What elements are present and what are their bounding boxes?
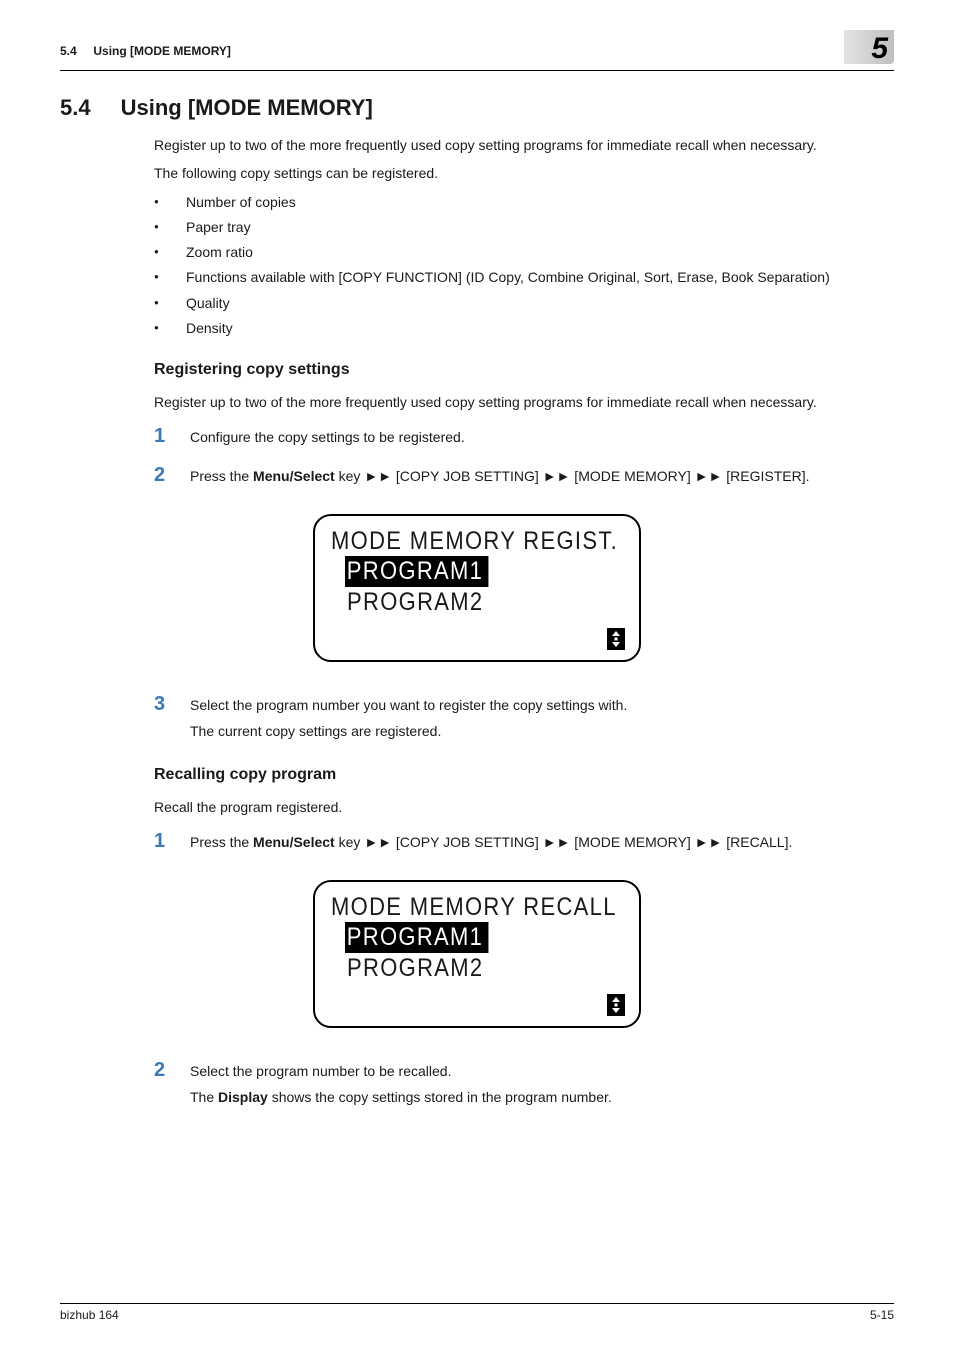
recall-steps: 1 Press the Menu/Select key ►► [COPY JOB… [154, 827, 894, 856]
lcd-figure-register: MODE MEMORY REGIST. PROGRAM1 PROGRAM2 [60, 514, 894, 662]
register-desc: Register up to two of the more frequentl… [154, 392, 894, 412]
arrow-icon: ►► [543, 834, 571, 850]
step-row: 1 Press the Menu/Select key ►► [COPY JOB… [154, 827, 894, 856]
header-sec-title: Using [MODE MEMORY] [93, 44, 231, 58]
key-name: Menu/Select [253, 468, 335, 484]
key-name: Display [218, 1089, 268, 1105]
chapter-number-badge: 5 [844, 30, 894, 64]
arrow-icon: ►► [543, 468, 571, 484]
list-item: Number of copies [154, 192, 894, 212]
arrow-icon: ►► [695, 834, 723, 850]
step-text: [REGISTER]. [722, 468, 809, 484]
intro-line-2: The following copy settings can be regis… [154, 163, 894, 183]
step-text: [MODE MEMORY] [570, 834, 694, 850]
register-steps-cont: 3 Select the program number you want to … [154, 690, 894, 748]
list-item: Quality [154, 293, 894, 313]
recall-block: Recalling copy program [154, 763, 894, 786]
step-row: 2 Press the Menu/Select key ►► [COPY JOB… [154, 461, 894, 490]
key-name: Menu/Select [253, 834, 335, 850]
step-number: 2 [154, 461, 170, 490]
section-title: Using [MODE MEMORY] [121, 95, 373, 121]
settings-list: Number of copies Paper tray Zoom ratio F… [154, 192, 894, 339]
step-row: 2 Select the program number to be recall… [154, 1056, 894, 1114]
lcd-item: PROGRAM2 [347, 587, 590, 618]
arrow-icon: ►► [364, 834, 392, 850]
step-number: 1 [154, 827, 170, 856]
arrow-icon: ►► [364, 468, 392, 484]
recall-steps-cont: 2 Select the program number to be recall… [154, 1056, 894, 1114]
lcd-item: PROGRAM2 [347, 953, 590, 984]
lcd-title: MODE MEMORY RECALL [331, 892, 588, 922]
footer-row: bizhub 164 5-15 [60, 1308, 894, 1322]
step-body: Select the program number to be recalled… [190, 1061, 894, 1114]
intro-block: Register up to two of the more frequentl… [154, 135, 894, 412]
list-item: Zoom ratio [154, 242, 894, 262]
footer-rule [60, 1303, 894, 1304]
list-item: Functions available with [COPY FUNCTION]… [154, 267, 894, 287]
header-section-label: 5.4 Using [MODE MEMORY] [60, 44, 231, 64]
arrow-icon: ►► [695, 468, 723, 484]
step-row: 1 Configure the copy settings to be regi… [154, 422, 894, 451]
chapter-number: 5 [871, 34, 888, 64]
list-item: Density [154, 318, 894, 338]
step-text: Press the [190, 834, 253, 850]
footer-product: bizhub 164 [60, 1308, 119, 1322]
step-text: [COPY JOB SETTING] [392, 834, 543, 850]
lcd-selected-item: PROGRAM1 [345, 556, 489, 587]
page-footer: bizhub 164 5-15 [60, 1303, 894, 1322]
step-body: Configure the copy settings to be regist… [190, 427, 894, 447]
footer-page-number: 5-15 [870, 1308, 894, 1322]
step-number: 2 [154, 1056, 170, 1085]
step-number: 1 [154, 422, 170, 451]
step-text: The current copy settings are registered… [190, 721, 894, 741]
step-body: Select the program number you want to re… [190, 695, 894, 748]
step-body: Press the Menu/Select key ►► [COPY JOB S… [190, 466, 894, 486]
lcd-screen: MODE MEMORY REGIST. PROGRAM1 PROGRAM2 [313, 514, 641, 662]
up-down-arrow-icon [607, 628, 625, 650]
step-text: key [335, 468, 365, 484]
step-number: 3 [154, 690, 170, 719]
section-number: 5.4 [60, 95, 91, 121]
header-rule [60, 70, 894, 71]
section-heading: 5.4 Using [MODE MEMORY] [60, 95, 894, 121]
recall-heading: Recalling copy program [154, 763, 894, 786]
lcd-selected-item: PROGRAM1 [345, 922, 489, 953]
step-text: Press the [190, 468, 253, 484]
up-down-arrow-icon [607, 994, 625, 1016]
step-text: [RECALL]. [722, 834, 792, 850]
step-text-part: The [190, 1089, 218, 1105]
lcd-figure-recall: MODE MEMORY RECALL PROGRAM1 PROGRAM2 [60, 880, 894, 1028]
step-body: Press the Menu/Select key ►► [COPY JOB S… [190, 832, 894, 852]
intro-line-1: Register up to two of the more frequentl… [154, 135, 894, 155]
step-text: Select the program number you want to re… [190, 695, 894, 715]
register-heading: Registering copy settings [154, 358, 894, 381]
register-steps: 1 Configure the copy settings to be regi… [154, 422, 894, 490]
lcd-screen: MODE MEMORY RECALL PROGRAM1 PROGRAM2 [313, 880, 641, 1028]
page-header: 5.4 Using [MODE MEMORY] 5 [60, 30, 894, 64]
step-text: Select the program number to be recalled… [190, 1061, 894, 1081]
step-row: 3 Select the program number you want to … [154, 690, 894, 748]
step-text: key [335, 834, 365, 850]
step-text: The Display shows the copy settings stor… [190, 1087, 894, 1107]
step-text-part: shows the copy settings stored in the pr… [268, 1089, 612, 1105]
step-text: [MODE MEMORY] [570, 468, 694, 484]
step-text: [COPY JOB SETTING] [392, 468, 543, 484]
recall-desc: Recall the program registered. [154, 797, 894, 817]
header-sec-num: 5.4 [60, 44, 77, 58]
lcd-title: MODE MEMORY REGIST. [331, 526, 588, 556]
list-item: Paper tray [154, 217, 894, 237]
